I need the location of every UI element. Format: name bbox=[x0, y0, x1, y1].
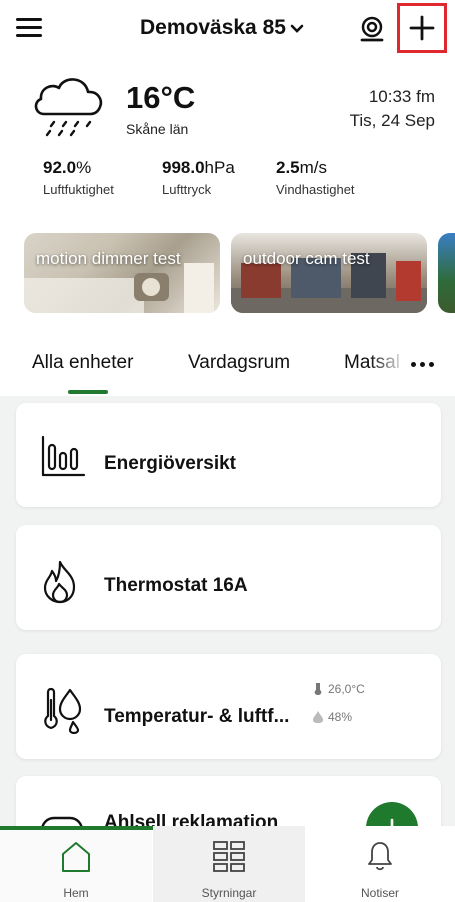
stat-label: Lufttryck bbox=[162, 182, 212, 197]
device-card-thermostat[interactable]: Thermostat 16A bbox=[16, 525, 441, 630]
nav-hem[interactable]: Hem bbox=[0, 826, 152, 902]
more-horizontal-icon bbox=[409, 354, 436, 372]
stat-number: 998.0 bbox=[162, 158, 205, 177]
menu-button[interactable] bbox=[16, 14, 44, 42]
grid-icon bbox=[213, 841, 245, 872]
scene-image bbox=[231, 253, 427, 313]
add-button[interactable] bbox=[397, 3, 447, 53]
scene-card[interactable]: outdoor cam test bbox=[231, 233, 427, 313]
home-icon bbox=[62, 842, 90, 872]
device-list: Energiöversikt Thermostat 16A Temperatur… bbox=[0, 396, 455, 826]
scene-card[interactable] bbox=[438, 233, 455, 313]
bell-icon bbox=[368, 842, 392, 871]
stat-unit: m/s bbox=[299, 158, 328, 177]
active-nav-indicator bbox=[0, 826, 153, 830]
stat-number: 92.0 bbox=[43, 158, 77, 177]
region: Skåne län bbox=[126, 121, 189, 137]
current-time: 10:33 fm bbox=[368, 87, 435, 106]
tabs-fade bbox=[370, 346, 406, 386]
plus-icon bbox=[409, 15, 435, 41]
camera-icon bbox=[360, 16, 384, 42]
device-card-temp-humidity[interactable]: Temperatur- & luftf... 26,0°C 48% bbox=[16, 654, 441, 759]
nav-label: Notiser bbox=[360, 886, 399, 900]
thermometer-humidity-icon bbox=[44, 687, 82, 734]
menu-icon bbox=[16, 18, 42, 21]
power-fab[interactable] bbox=[366, 802, 418, 826]
camera-button[interactable] bbox=[356, 13, 388, 45]
home-selector[interactable]: Demoväska 85 bbox=[140, 14, 304, 42]
menu-icon-bar bbox=[16, 26, 42, 29]
nav-styrningar[interactable]: Styrningar bbox=[153, 826, 305, 902]
scene-label: motion dimmer test bbox=[36, 249, 181, 268]
humidity-value: 48% bbox=[328, 710, 353, 724]
device-card-energy[interactable]: Energiöversikt bbox=[16, 403, 441, 507]
humidity-reading: 48% bbox=[312, 710, 352, 724]
stat-label: Luftfuktighet bbox=[43, 182, 114, 197]
device-title: Temperatur- & luftf... bbox=[104, 706, 290, 727]
home-name: Demoväska 85 bbox=[140, 16, 286, 39]
stat-value: 2.5m/s bbox=[276, 158, 355, 178]
stat-pressure: 998.0hPa Lufttryck bbox=[162, 158, 235, 197]
temperature: 16°C bbox=[126, 80, 196, 115]
bar-chart-icon bbox=[41, 435, 86, 477]
stat-number: 2.5 bbox=[276, 158, 300, 177]
stat-unit: hPa bbox=[204, 158, 235, 177]
stat-value: 92.0% bbox=[43, 158, 114, 178]
stat-unit: % bbox=[76, 158, 92, 177]
stat-value: 998.0hPa bbox=[162, 158, 235, 178]
nav-label: Styrningar bbox=[201, 886, 257, 900]
temperature-reading: 26,0°C bbox=[312, 682, 365, 696]
tab-vardagsrum[interactable]: Vardagsrum bbox=[188, 352, 290, 374]
power-icon bbox=[390, 818, 394, 826]
more-tabs-button[interactable] bbox=[405, 346, 439, 380]
device-title: Thermostat 16A bbox=[104, 575, 248, 596]
scene-image bbox=[24, 263, 214, 313]
flame-icon bbox=[43, 560, 76, 604]
device-title: Ahlsell reklamation bbox=[104, 812, 279, 826]
menu-icon-bar bbox=[16, 34, 42, 37]
thermometer-icon bbox=[314, 683, 322, 695]
cloud-rain-icon bbox=[32, 74, 104, 144]
app-header: Demoväska 85 bbox=[0, 0, 455, 56]
stat-humidity: 92.0% Luftfuktighet bbox=[43, 158, 114, 197]
nav-label: Hem bbox=[63, 886, 89, 900]
scene-label: outdoor cam test bbox=[243, 249, 370, 268]
active-tab-indicator bbox=[68, 390, 108, 394]
nav-notiser[interactable]: Notiser bbox=[305, 826, 455, 902]
bottom-navigation: Hem Styrningar Notiser bbox=[0, 826, 455, 902]
temperature-value: 26,0°C bbox=[328, 682, 365, 696]
stat-wind: 2.5m/s Vindhastighet bbox=[276, 158, 355, 197]
stat-label: Vindhastighet bbox=[276, 182, 355, 197]
tab-alla-enheter[interactable]: Alla enheter bbox=[32, 352, 133, 374]
device-title: Energiöversikt bbox=[104, 453, 236, 474]
scene-card[interactable]: motion dimmer test bbox=[24, 233, 220, 313]
droplet-icon bbox=[313, 711, 323, 723]
device-icon bbox=[41, 816, 83, 826]
chevron-down-icon bbox=[290, 16, 304, 40]
current-date: Tis, 24 Sep bbox=[349, 111, 435, 130]
scene-carousel[interactable]: motion dimmer test outdoor cam test bbox=[24, 233, 455, 313]
